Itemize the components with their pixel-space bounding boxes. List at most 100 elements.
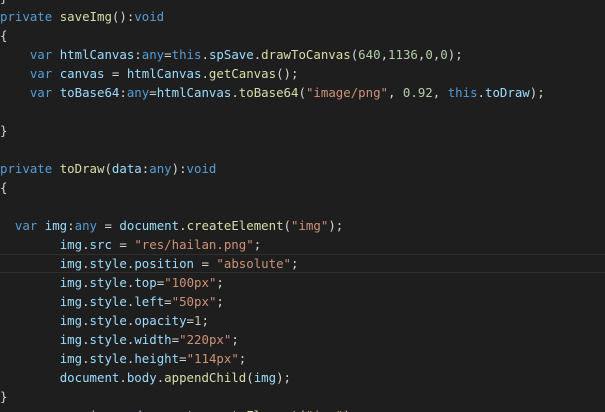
code-editor[interactable]: }private saveImg():void{ var htmlCanvas:…: [0, 0, 605, 412]
code-token: 0.92: [402, 85, 433, 100]
code-token: style: [89, 313, 127, 328]
code-token: void: [134, 9, 165, 24]
code-line[interactable]: var toBase64:any=htmlCanvas.toBase64("im…: [0, 83, 605, 102]
code-line[interactable]: var img:any = document.createElement("im…: [0, 216, 605, 235]
code-token: width: [134, 332, 172, 347]
code-line[interactable]: img.style.width="220px";: [0, 330, 605, 349]
code-token: style: [89, 332, 127, 347]
code-token: =: [171, 332, 180, 347]
code-line[interactable]: img.style.position = "absolute";: [0, 254, 605, 273]
code-line[interactable]: {: [0, 178, 605, 197]
code-line[interactable]: var canvas = htmlCanvas.getCanvas();: [0, 64, 605, 83]
code-token: img: [59, 237, 83, 252]
code-token: position: [134, 256, 195, 271]
code-token: document: [134, 408, 194, 412]
code-token: 0: [440, 47, 448, 62]
code-token: data: [111, 161, 142, 176]
code-line[interactable]: img.src = "res/hailan.png";: [0, 235, 605, 254]
code-token: img: [44, 218, 68, 233]
code-token: any: [126, 85, 150, 100]
code-line[interactable]: ​: [0, 102, 605, 121]
code-token: .: [82, 237, 90, 252]
code-token: .: [477, 85, 485, 100]
code-line[interactable]: {: [0, 26, 605, 45]
code-lines[interactable]: }private saveImg():void{ var htmlCanvas:…: [0, 0, 605, 412]
code-token: ): [343, 408, 350, 412]
code-line[interactable]: var htmlCanvas:any=this.spSave.drawToCan…: [0, 45, 605, 64]
code-token: .: [82, 256, 90, 271]
code-token: document: [59, 370, 120, 385]
code-token: left: [134, 294, 165, 309]
code-token: {: [0, 180, 8, 195]
code-token: img: [59, 351, 83, 366]
code-token: private: [0, 161, 60, 176]
code-token: "114px": [186, 351, 239, 366]
code-token: ();: [276, 66, 299, 81]
code-line[interactable]: img.style.left="50px";: [0, 292, 605, 311]
code-token: .: [82, 332, 90, 347]
code-token: var: [14, 218, 45, 233]
code-line[interactable]: }: [0, 387, 605, 406]
code-token: 640: [358, 47, 381, 62]
code-line[interactable]: private toDraw(data:any):void: [0, 159, 605, 178]
code-token: ;: [216, 294, 224, 309]
code-token: ;: [291, 256, 299, 271]
code-token: .: [119, 370, 127, 385]
code-token: "img": [306, 408, 343, 412]
code-line[interactable]: img.style.opacity=1;: [0, 311, 605, 330]
code-token: ;: [253, 237, 262, 252]
code-token: =: [97, 218, 120, 233]
code-token: height: [134, 351, 180, 366]
code-token: img: [90, 408, 112, 412]
code-line[interactable]: document.body.appendChild(img);: [0, 368, 605, 387]
code-token: ;: [238, 351, 247, 366]
code-token: drawToCanvas: [261, 47, 351, 62]
code-token: any: [141, 47, 165, 62]
code-line[interactable]: img.style.top="100px";: [0, 273, 605, 292]
code-token: img: [59, 313, 83, 328]
code-token: =: [194, 256, 217, 271]
code-token: any: [149, 161, 172, 176]
code-token: ,: [388, 85, 403, 100]
code-token: var: [29, 85, 60, 100]
code-line[interactable]: private saveImg():void: [0, 7, 605, 26]
code-token: saveImg: [59, 9, 112, 24]
code-token: ;: [216, 275, 224, 290]
code-token: img: [59, 275, 83, 290]
code-token: body: [126, 370, 157, 385]
code-token: htmlCanvas: [156, 85, 232, 100]
code-token: }: [0, 123, 8, 138]
code-line[interactable]: }: [0, 0, 605, 7]
code-token: document: [119, 218, 180, 233]
code-token: canvas: [59, 66, 105, 81]
code-line[interactable]: img.style.height="114px";: [0, 349, 605, 368]
code-token: toBase64: [238, 85, 299, 100]
code-token: }: [0, 389, 8, 404]
code-line[interactable]: ​: [0, 197, 605, 216]
code-token: .: [201, 47, 209, 62]
code-token: 0: [425, 47, 433, 62]
code-line[interactable]: }: [0, 121, 605, 140]
code-token: =: [164, 294, 172, 309]
code-token: (: [298, 408, 305, 412]
code-token: "image/png": [305, 85, 388, 100]
code-token: any: [74, 218, 98, 233]
code-token: toDraw: [59, 161, 105, 176]
code-line[interactable]: ​: [0, 140, 605, 159]
code-token: (: [283, 218, 292, 233]
code-line[interactable]: var img = document.createElement("img"): [0, 406, 605, 412]
code-token: ):: [171, 161, 187, 176]
code-token: }: [0, 0, 7, 5]
code-token: (: [104, 161, 112, 176]
code-token: img: [59, 332, 83, 347]
code-token: toBase64: [59, 85, 120, 100]
code-token: :: [134, 47, 142, 62]
code-token: createElement: [201, 408, 298, 412]
